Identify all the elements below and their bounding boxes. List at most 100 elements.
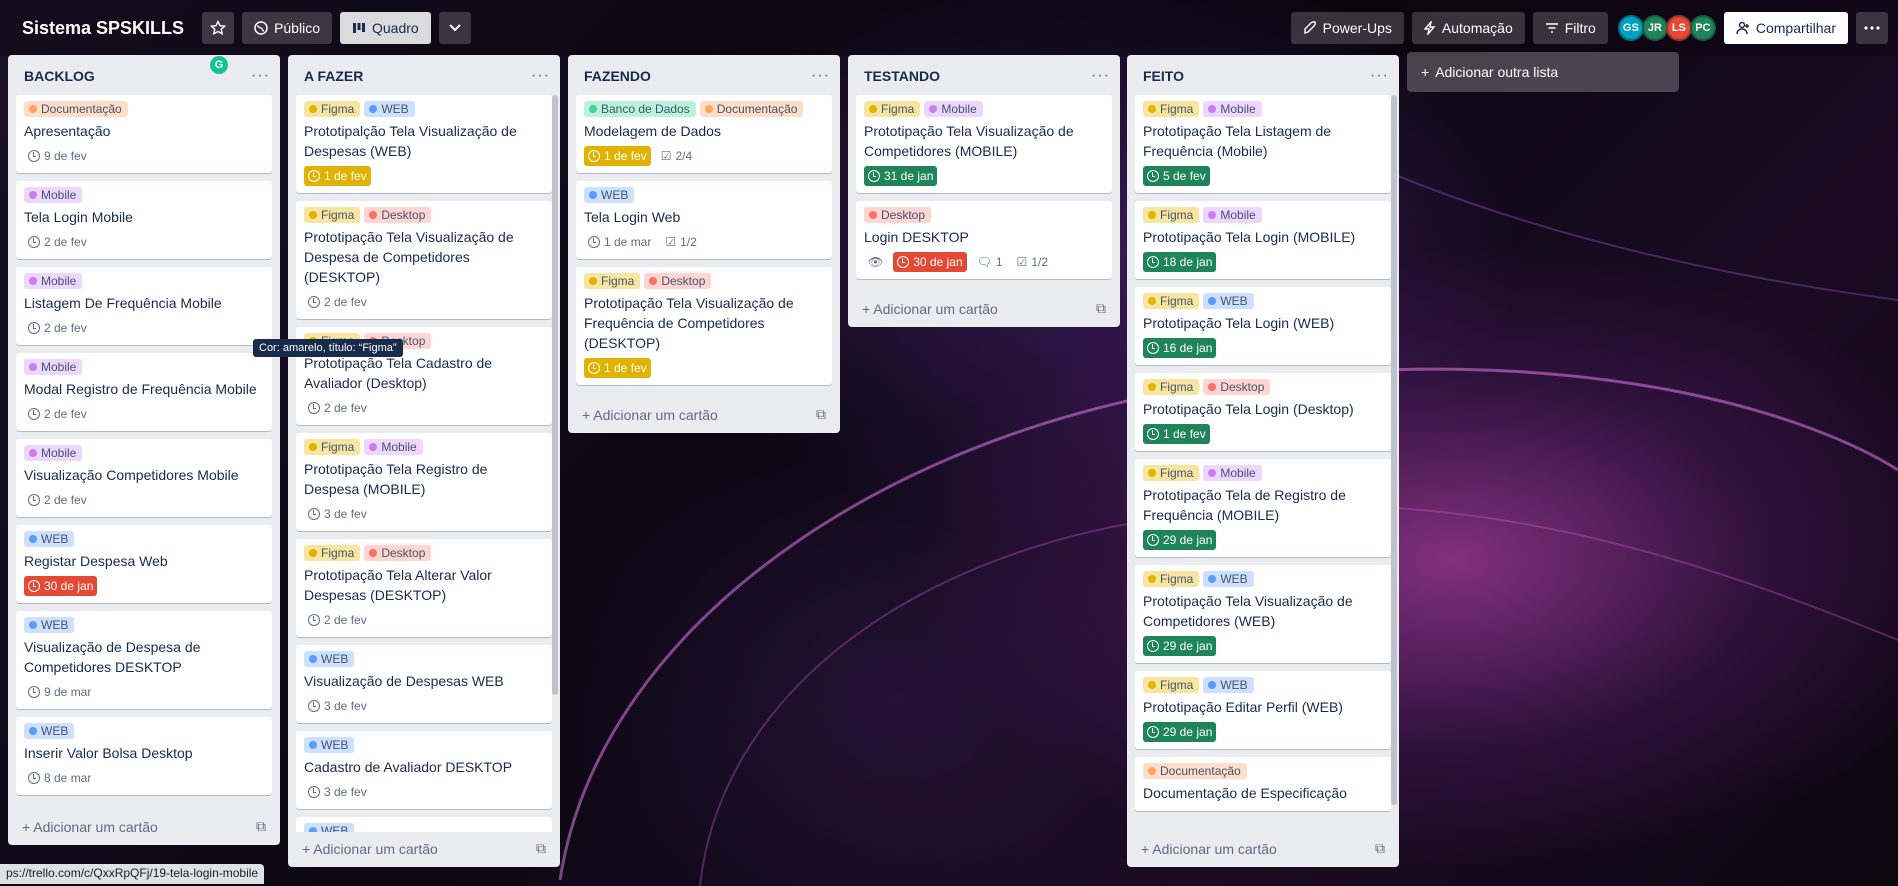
card[interactable]: Figma Desktop Prototipação Tela Visualizaç… — [296, 201, 552, 319]
card[interactable]: Documentação Apresentação 9 de fev — [16, 95, 272, 173]
card-label[interactable]: WEB — [1203, 571, 1254, 587]
card-label[interactable]: Banco de Dados — [584, 101, 696, 117]
add-card-button[interactable]: + Adicionar um cartão ⧉ — [8, 810, 280, 845]
card-label[interactable]: Documentação — [24, 101, 128, 117]
card-label[interactable]: Figma — [1143, 465, 1200, 481]
due-date-badge[interactable]: 2 de fev — [304, 292, 371, 312]
due-date-badge[interactable]: 2 de fev — [24, 404, 91, 424]
list-title[interactable]: FEITO — [1143, 68, 1184, 84]
card-label[interactable]: Desktop — [864, 207, 932, 223]
due-date-badge[interactable]: 3 de fev — [304, 696, 371, 716]
list-scrollbar[interactable] — [1391, 95, 1397, 805]
card-label[interactable]: Figma — [1143, 379, 1200, 395]
card-label[interactable]: Figma — [1143, 207, 1200, 223]
due-date-badge[interactable]: 8 de mar — [24, 768, 95, 788]
card[interactable]: Banco de Dados Documentação Modelagem de D… — [576, 95, 832, 173]
list-scrollbar[interactable] — [552, 95, 558, 695]
card-label[interactable]: Figma — [584, 273, 641, 289]
card-label[interactable]: Mobile — [24, 187, 83, 203]
list-title[interactable]: BACKLOG — [24, 68, 95, 84]
due-date-badge[interactable]: 29 de jan — [1143, 636, 1217, 656]
card-label[interactable]: Figma — [304, 101, 361, 117]
due-date-badge[interactable]: 2 de fev — [24, 318, 91, 338]
list-menu-icon[interactable]: ··· — [1370, 67, 1389, 85]
card-label[interactable]: WEB — [24, 617, 75, 633]
due-date-badge[interactable]: 3 de fev — [304, 504, 371, 524]
list-title[interactable]: TESTANDO — [864, 68, 940, 84]
card[interactable]: WEB Inserir Valor Bolsa Desktop 8 de mar — [16, 717, 272, 795]
card-label[interactable]: WEB — [1203, 293, 1254, 309]
card[interactable]: Figma Mobile Prototipação Tela Listagem de… — [1135, 95, 1391, 193]
card-label[interactable]: Figma — [1143, 571, 1200, 587]
card-label[interactable]: Desktop — [364, 207, 432, 223]
card-label[interactable]: Figma — [304, 207, 361, 223]
card[interactable]: WEB Tela Login Web 1 de mar ☑ 1/2 — [576, 181, 832, 259]
template-icon[interactable]: ⧉ — [1096, 300, 1106, 317]
card-label[interactable]: Figma — [304, 545, 361, 561]
due-date-badge[interactable]: 5 de fev — [1143, 166, 1210, 186]
share-button[interactable]: Compartilhar — [1723, 12, 1848, 44]
card[interactable]: Figma WEB Prototipação Tela Login (WEB) 16 … — [1135, 287, 1391, 365]
due-date-badge[interactable]: 1 de fev — [1143, 424, 1210, 444]
card[interactable]: Figma Desktop Prototipação Tela Login (Des… — [1135, 373, 1391, 451]
star-button[interactable] — [202, 12, 235, 44]
list-menu-icon[interactable]: ··· — [531, 67, 550, 85]
add-card-button[interactable]: + Adicionar um cartão ⧉ — [568, 398, 840, 433]
avatar[interactable]: GS — [1617, 15, 1644, 41]
due-date-badge[interactable]: 18 de jan — [1143, 252, 1217, 272]
due-date-badge[interactable]: 31 de jan — [864, 166, 938, 186]
list-title[interactable]: FAZENDO — [584, 68, 651, 84]
card[interactable]: Figma Mobile Prototipação Tela Registro de… — [296, 433, 552, 531]
card-label[interactable]: WEB — [24, 531, 75, 547]
list-title[interactable]: A FAZER — [304, 68, 363, 84]
card[interactable]: WEB Visualização de Despesas WEB 3 de fev — [296, 645, 552, 723]
add-card-button[interactable]: + Adicionar um cartão ⧉ — [1127, 832, 1399, 867]
due-date-badge[interactable]: 2 de fev — [24, 490, 91, 510]
card[interactable]: Desktop Login DESKTOP 👁 30 de jan 🗨 1 ☑ 1/2 — [856, 201, 1112, 279]
template-icon[interactable]: ⧉ — [536, 840, 546, 857]
template-icon[interactable]: ⧉ — [1375, 840, 1385, 857]
due-date-badge[interactable]: 30 de jan — [893, 252, 967, 272]
card[interactable]: Figma WEB Prototipação Editar Perfil (WEB)… — [1135, 671, 1391, 749]
powerups-button[interactable]: Power-Ups — [1290, 12, 1404, 44]
card[interactable]: Figma WEB Prototipalção Tela Visualização … — [296, 95, 552, 193]
add-card-button[interactable]: + Adicionar um cartão ⧉ — [848, 292, 1120, 327]
card[interactable]: Figma Mobile Prototipação Tela Login (MOBI… — [1135, 201, 1391, 279]
card[interactable]: WEB Cadastro de Avaliador DESKTOP 3 de fev — [296, 731, 552, 809]
card-label[interactable]: Mobile — [1203, 101, 1262, 117]
due-date-badge[interactable]: 29 de jan — [1143, 530, 1217, 550]
card[interactable]: WEB — [296, 817, 552, 832]
board-title[interactable]: Sistema SPSKILLS — [12, 18, 194, 39]
card-label[interactable]: Figma — [304, 439, 361, 455]
card-label[interactable]: Mobile — [364, 439, 423, 455]
card[interactable]: Mobile Modal Registro de Frequência Mobil… — [16, 353, 272, 431]
card-label[interactable]: Figma — [864, 101, 921, 117]
template-icon[interactable]: ⧉ — [256, 818, 266, 835]
card-label[interactable]: Figma — [1143, 677, 1200, 693]
due-date-badge[interactable]: 1 de fev — [584, 358, 651, 378]
due-date-badge[interactable]: 30 de jan — [24, 576, 98, 596]
card[interactable]: Mobile Visualização Competidores Mobile 2 … — [16, 439, 272, 517]
card-label[interactable]: Desktop — [364, 545, 432, 561]
card-label[interactable]: Desktop — [1203, 379, 1271, 395]
card-label[interactable]: Documentação — [699, 101, 804, 117]
list-menu-icon[interactable]: ··· — [251, 67, 270, 85]
automation-button[interactable]: Automação — [1411, 12, 1525, 44]
due-date-badge[interactable]: 1 de mar — [584, 232, 655, 252]
list-menu-icon[interactable]: ··· — [811, 67, 830, 85]
card[interactable]: Mobile Tela Login Mobile 2 de fev — [16, 181, 272, 259]
due-date-badge[interactable]: 2 de fev — [304, 610, 371, 630]
add-list-button[interactable]: + Adicionar outra lista — [1407, 52, 1679, 92]
card-label[interactable]: Mobile — [24, 273, 83, 289]
card-label[interactable]: WEB — [304, 651, 355, 667]
due-date-badge[interactable]: 9 de fev — [24, 146, 91, 166]
visibility-button[interactable]: Público — [242, 12, 332, 44]
card-label[interactable]: Mobile — [24, 445, 83, 461]
due-date-badge[interactable]: 16 de jan — [1143, 338, 1217, 358]
avatar[interactable]: LS — [1665, 15, 1692, 41]
card[interactable]: Figma Mobile Prototipação Tela Visualizaçã… — [856, 95, 1112, 193]
card[interactable]: Figma Desktop Prototipação Tela Alterar Va… — [296, 539, 552, 637]
card-label[interactable]: WEB — [304, 737, 355, 753]
due-date-badge[interactable]: 3 de fev — [304, 782, 371, 802]
card-label[interactable]: WEB — [304, 823, 355, 832]
